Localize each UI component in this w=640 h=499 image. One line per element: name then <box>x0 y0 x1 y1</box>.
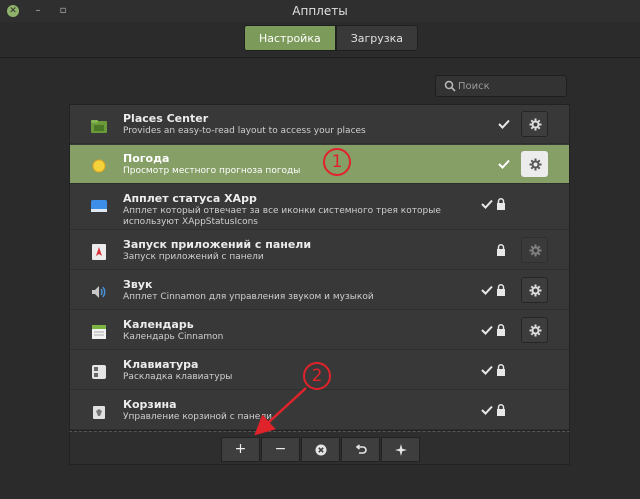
trash-icon <box>93 406 105 419</box>
applet-name: Календарь <box>123 318 194 331</box>
check-icon <box>481 199 493 209</box>
applet-description: Раскладка клавиатуры <box>123 372 233 382</box>
applet-name: Звук <box>123 278 153 291</box>
lock-icon <box>497 198 505 210</box>
restore-button[interactable] <box>341 437 380 462</box>
applet-description: Апплет который отвечает за все иконки си… <box>123 206 441 227</box>
gear-icon <box>529 118 542 131</box>
check-icon <box>481 285 493 295</box>
circle-x-icon <box>315 444 327 456</box>
applet-description: Календарь Cinnamon <box>123 332 224 342</box>
check-icon <box>498 119 510 129</box>
gear-icon <box>529 158 542 171</box>
uninstall-button[interactable] <box>301 437 340 462</box>
search-input[interactable] <box>458 78 562 94</box>
panel-launcher-icon <box>92 244 106 260</box>
status-tray-icon <box>91 200 107 212</box>
folder-icon <box>91 120 107 133</box>
window-title: Апплеты <box>292 4 348 18</box>
check-icon <box>481 325 493 335</box>
sparkle-icon <box>395 444 407 456</box>
applet-name: Погода <box>123 152 170 165</box>
lock-icon <box>497 364 505 376</box>
lock-icon <box>497 324 505 336</box>
lock-icon <box>497 244 505 256</box>
lock-icon <box>497 284 505 296</box>
sound-icon <box>92 286 106 298</box>
search-box[interactable] <box>435 75 567 97</box>
gear-icon <box>529 324 542 337</box>
check-icon <box>481 365 493 375</box>
applet-toolbar: + − <box>69 431 570 465</box>
tab-manage[interactable]: Настройка <box>244 25 336 51</box>
title-bar: ✕ – ▫ Апплеты <box>0 0 640 22</box>
applet-row-calendar[interactable]: Календарь Календарь Cinnamon <box>70 311 569 350</box>
gear-icon <box>529 244 542 257</box>
applet-description: Запуск приложений с панели <box>123 252 264 262</box>
applet-row-trash[interactable]: Корзина Управление корзиной с панели <box>70 391 569 430</box>
configure-button[interactable] <box>521 277 548 303</box>
configure-button[interactable] <box>521 317 548 343</box>
applet-row-places-center[interactable]: Places Center Provides an easy-to-read l… <box>70 105 569 144</box>
applet-name: Корзина <box>123 398 177 411</box>
applet-description: Управление корзиной с панели <box>123 412 272 422</box>
applet-name: Апплет статуса XApp <box>123 192 257 205</box>
header-divider <box>0 57 640 58</box>
configure-button[interactable] <box>521 111 548 137</box>
lock-icon <box>497 404 505 416</box>
remove-button[interactable]: − <box>261 437 300 462</box>
annotation-marker-2: 2 <box>303 362 331 390</box>
applet-row-xapp-status[interactable]: Апплет статуса XApp Апплет который отвеч… <box>70 185 569 230</box>
weather-sun-icon <box>92 159 106 173</box>
applet-description: Provides an easy-to-read layout to acces… <box>123 126 366 136</box>
search-icon <box>444 80 456 92</box>
configure-button[interactable] <box>521 151 548 177</box>
configure-button[interactable] <box>521 237 548 263</box>
view-switcher: Настройка Загрузка <box>244 25 419 51</box>
undo-icon <box>355 444 367 454</box>
applet-row-panel-launchers[interactable]: Запуск приложений с панели Запуск прилож… <box>70 231 569 270</box>
annotation-marker-1: 1 <box>323 148 351 176</box>
applet-name: Клавиатура <box>123 358 199 371</box>
add-button[interactable]: + <box>221 437 260 462</box>
check-icon <box>481 405 493 415</box>
keyboard-icon <box>92 365 106 379</box>
more-applets-button[interactable] <box>381 437 420 462</box>
applet-description: Апплет Cinnamon для управления звуком и … <box>123 292 374 302</box>
check-icon <box>498 159 510 169</box>
gear-icon <box>529 284 542 297</box>
applet-name: Places Center <box>123 112 209 125</box>
applet-description: Просмотр местного прогноза погоды <box>123 166 301 176</box>
applet-row-weather[interactable]: Погода Просмотр местного прогноза погоды <box>70 145 569 184</box>
applet-name: Запуск приложений с панели <box>123 238 312 251</box>
tab-download[interactable]: Загрузка <box>335 25 419 51</box>
calendar-icon <box>92 325 106 339</box>
applet-row-sound[interactable]: Звук Апплет Cinnamon для управления звук… <box>70 271 569 310</box>
